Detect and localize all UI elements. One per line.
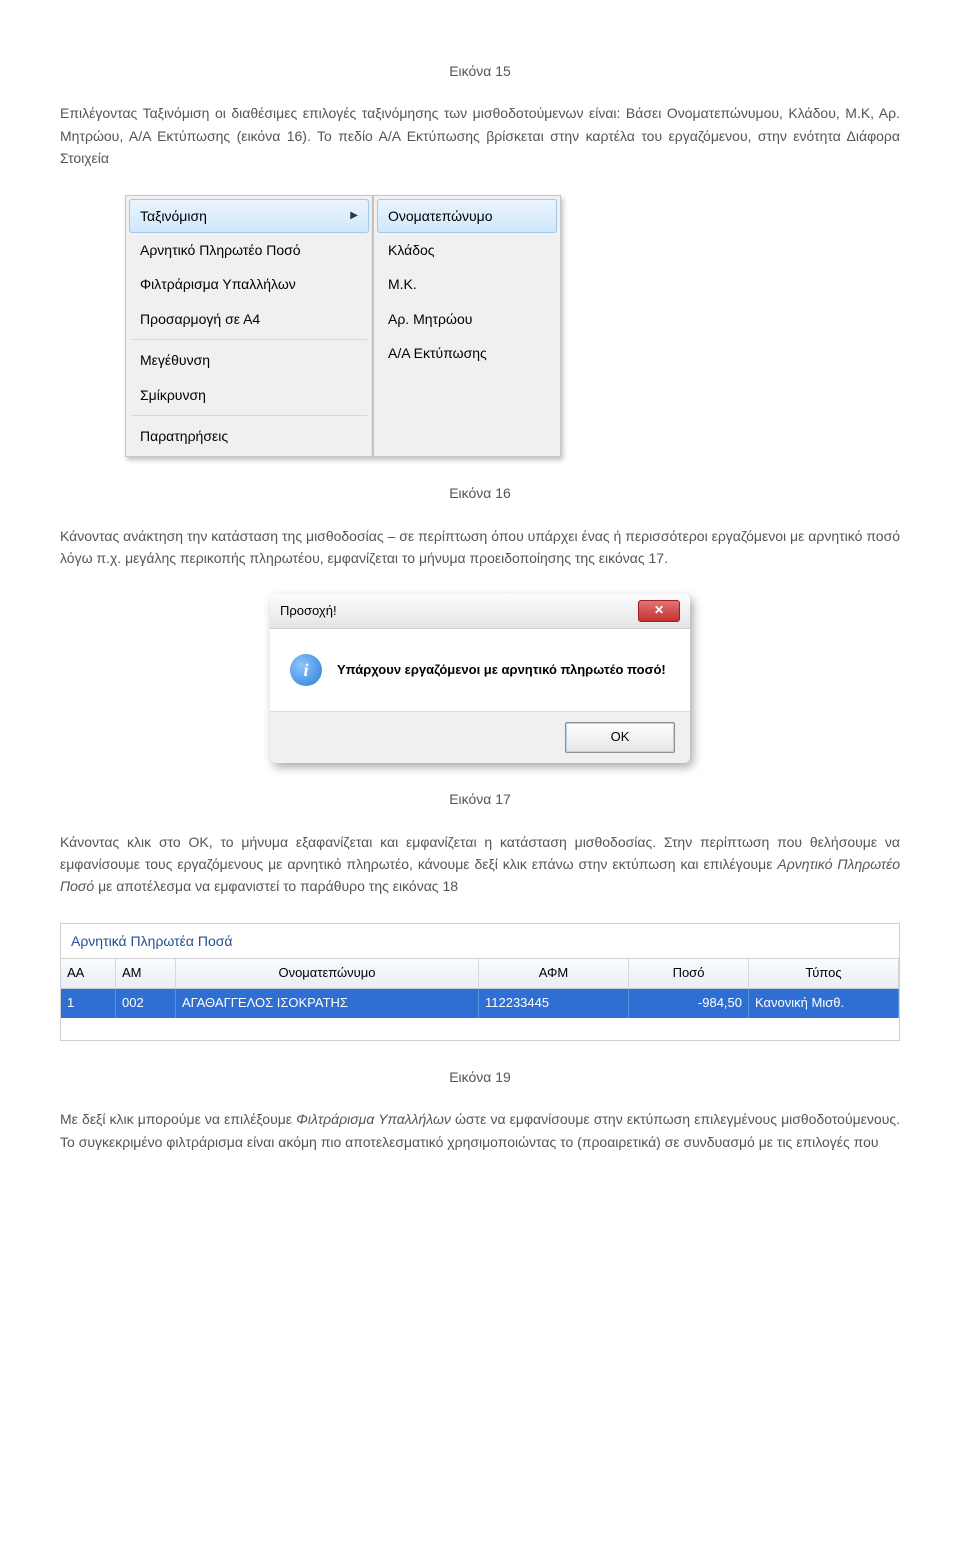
context-menu-right: Ονοματεπώνυμο Κλάδος Μ.Κ. Αρ. Μητρώου Α/… [373,195,561,458]
col-header-afm[interactable]: ΑΦΜ [479,959,629,988]
menu-item-negative-amount[interactable]: Αρνητικό Πληρωτέο Ποσό [129,233,369,267]
col-header-am[interactable]: ΑΜ [116,959,176,988]
cell-aa: 1 [61,989,116,1018]
info-icon: i [290,654,322,686]
paragraph-2: Κάνοντας ανάκτηση την κατάσταση της μισθ… [60,525,900,570]
col-header-aa[interactable]: ΑΑ [61,959,116,988]
menu-item-label: Α/Α Εκτύπωσης [388,342,487,364]
menu-item-filter-employees[interactable]: Φιλτράρισμα Υπαλλήλων [129,267,369,301]
grid-data-row[interactable]: 1 002 ΑΓΑΘΑΓΓΕΛΟΣ ΙΣΟΚΡΑΤΗΣ 112233445 -9… [61,989,899,1018]
paragraph-4: Με δεξί κλικ μπορούμε να επιλέξουμε Φιλτ… [60,1108,900,1153]
italic-term: Φιλτράρισμα Υπαλλήλων [296,1111,451,1127]
dialog-body: i Υπάρχουν εργαζόμενοι με αρνητικό πληρω… [270,629,690,711]
menu-item-label: Μεγέθυνση [140,349,210,371]
submenu-arrow-icon: ▶ [350,208,358,224]
menu-item-label: Φιλτράρισμα Υπαλλήλων [140,273,296,295]
menu-item-sort-name[interactable]: Ονοματεπώνυμο [377,199,557,233]
dialog-title-text: Προσοχή! [280,601,337,622]
menu-item-sort-branch[interactable]: Κλάδος [377,233,557,267]
context-menu-left: Ταξινόμιση ▶ Αρνητικό Πληρωτέο Ποσό Φιλτ… [125,195,373,458]
figure-16-caption: Εικόνα 16 [60,482,900,504]
cell-afm: 112233445 [479,989,629,1018]
cell-name: ΑΓΑΘΑΓΓΕΛΟΣ ΙΣΟΚΡΑΤΗΣ [176,989,479,1018]
figure-15-caption: Εικόνα 15 [60,60,900,82]
col-header-name[interactable]: Ονοματεπώνυμο [176,959,479,988]
menu-item-zoom-out[interactable]: Σμίκρυνση [129,378,369,412]
menu-item-remarks[interactable]: Παρατηρήσεις [129,419,369,453]
grid-empty-space [61,1018,899,1040]
grid-title: Αρνητικά Πληρωτέα Ποσά [61,924,899,959]
negative-amounts-grid: Αρνητικά Πληρωτέα Ποσά ΑΑ ΑΜ Ονοματεπώνυ… [60,923,900,1041]
grid-header-row: ΑΑ ΑΜ Ονοματεπώνυμο ΑΦΜ Ποσό Τύπος [61,959,899,989]
dialog-message: Υπάρχουν εργαζόμενοι με αρνητικό πληρωτέ… [337,660,666,681]
menu-item-zoom-in[interactable]: Μεγέθυνση [129,343,369,377]
dialog-titlebar: Προσοχή! ✕ [270,594,690,629]
col-header-poso[interactable]: Ποσό [629,959,749,988]
figure-19-caption: Εικόνα 19 [60,1066,900,1088]
figure-17-caption: Εικόνα 17 [60,788,900,810]
menu-item-label: Σμίκρυνση [140,384,206,406]
cell-type: Κανονική Μισθ. [749,989,899,1018]
context-menu-figure: Ταξινόμιση ▶ Αρνητικό Πληρωτέο Ποσό Φιλτ… [125,195,900,458]
menu-item-label: Αρνητικό Πληρωτέο Ποσό [140,239,301,261]
menu-item-label: Ταξινόμιση [140,205,207,227]
menu-item-label: Παρατηρήσεις [140,425,228,447]
menu-separator [131,415,367,416]
text-run: Κάνοντας κλικ στο ΟΚ, το μήνυμα εξαφανίζ… [60,834,900,872]
dialog-close-button[interactable]: ✕ [638,600,680,622]
menu-item-label: Προσαρμογή σε Α4 [140,308,260,330]
menu-item-sort[interactable]: Ταξινόμιση ▶ [129,199,369,233]
cell-am: 002 [116,989,176,1018]
dialog-footer: OK [270,711,690,763]
menu-item-label: Ονοματεπώνυμο [388,205,493,227]
text-run: με αποτέλεσμα να εμφανιστεί το παράθυρο … [98,878,458,894]
col-header-type[interactable]: Τύπος [749,959,899,988]
menu-item-sort-mk[interactable]: Μ.Κ. [377,267,557,301]
warning-dialog: Προσοχή! ✕ i Υπάρχουν εργαζόμενοι με αρν… [270,594,690,763]
menu-item-label: Μ.Κ. [388,273,417,295]
paragraph-3: Κάνοντας κλικ στο ΟΚ, το μήνυμα εξαφανίζ… [60,831,900,898]
menu-item-sort-registry[interactable]: Αρ. Μητρώου [377,302,557,336]
menu-item-fit-a4[interactable]: Προσαρμογή σε Α4 [129,302,369,336]
dialog-ok-button[interactable]: OK [565,722,675,753]
menu-item-label: Κλάδος [388,239,435,261]
menu-separator [131,339,367,340]
menu-item-label: Αρ. Μητρώου [388,308,472,330]
cell-poso: -984,50 [629,989,749,1018]
menu-item-sort-print-order[interactable]: Α/Α Εκτύπωσης [377,336,557,370]
paragraph-1: Επιλέγοντας Ταξινόμιση οι διαθέσιμες επι… [60,102,900,169]
text-run: Με δεξί κλικ μπορούμε να επιλέξουμε [60,1111,296,1127]
